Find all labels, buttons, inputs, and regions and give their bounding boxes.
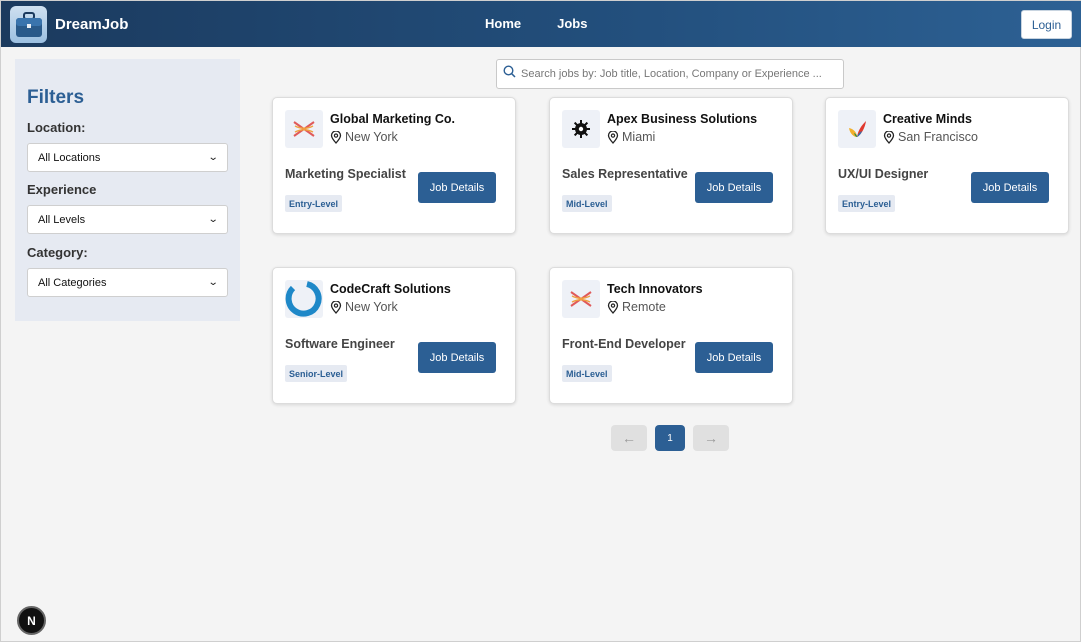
prev-page-button[interactable]: ←	[611, 425, 647, 451]
dev-tools-badge[interactable]: N	[17, 606, 46, 635]
search-placeholder: Search jobs by: Job title, Location, Com…	[521, 68, 822, 80]
experience-badge: Mid-Level	[562, 365, 612, 382]
brand[interactable]: DreamJob	[10, 6, 128, 43]
experience-badge: Entry-Level	[838, 195, 896, 212]
gear-logo-icon	[562, 110, 600, 148]
category-label: Category:	[27, 245, 88, 260]
briefcase-icon	[10, 6, 47, 43]
category-select[interactable]: All Categories ⌄	[27, 268, 228, 297]
brand-name: DreamJob	[55, 16, 129, 33]
location-pin-icon	[330, 300, 342, 314]
job-location: Miami	[607, 130, 655, 144]
job-location: New York	[330, 130, 398, 144]
experience-badge: Senior-Level	[285, 365, 348, 382]
job-details-button[interactable]: Job Details	[695, 342, 773, 373]
job-title: Front-End Developer	[562, 337, 686, 351]
company-name: Creative Minds	[883, 112, 972, 126]
location-pin-icon	[607, 300, 619, 314]
chevron-down-icon: ⌄	[207, 152, 219, 163]
company-name: Global Marketing Co.	[330, 112, 456, 126]
job-card: CodeCraft Solutions New York Software En…	[272, 267, 516, 404]
location-text: Miami	[622, 130, 656, 144]
company-name: CodeCraft Solutions	[330, 282, 451, 296]
experience-select[interactable]: All Levels ⌄	[27, 205, 228, 234]
chevron-down-icon: ⌄	[207, 214, 219, 225]
experience-badge: Mid-Level	[562, 195, 612, 212]
search-icon	[503, 65, 516, 83]
location-text: Remote	[622, 300, 666, 314]
location-text: San Francisco	[898, 130, 978, 144]
location-pin-icon	[330, 130, 342, 144]
location-select-value: All Locations	[38, 151, 101, 164]
job-card: Global Marketing Co. New York Marketing …	[272, 97, 516, 234]
page-1-button[interactable]: 1	[655, 425, 685, 451]
job-title: Sales Representative	[562, 167, 688, 181]
experience-label: Experience	[27, 182, 97, 197]
location-select[interactable]: All Locations ⌄	[27, 143, 228, 172]
checkmark-logo-icon	[838, 110, 876, 148]
x-logo-icon	[285, 110, 323, 148]
job-title: Marketing Specialist	[285, 167, 406, 181]
company-name: Apex Business Solutions	[607, 112, 758, 126]
main-nav: Home Jobs	[485, 16, 587, 31]
nav-jobs[interactable]: Jobs	[557, 16, 587, 31]
filters-title: Filters	[27, 87, 85, 108]
job-details-button[interactable]: Job Details	[695, 172, 773, 203]
experience-badge: Entry-Level	[285, 195, 343, 212]
job-location: Remote	[607, 300, 666, 314]
job-details-button[interactable]: Job Details	[971, 172, 1049, 203]
category-select-value: All Categories	[38, 276, 107, 289]
location-label: Location:	[27, 120, 86, 135]
experience-select-value: All Levels	[38, 213, 86, 226]
top-navbar: DreamJob Home Jobs Login	[1, 1, 1081, 47]
location-text: New York	[345, 130, 398, 144]
job-title: UX/UI Designer	[838, 167, 929, 181]
job-card: Tech Innovators Remote Front-End Develop…	[549, 267, 793, 404]
job-card: Creative Minds San Francisco UX/UI Desig…	[825, 97, 1069, 234]
location-pin-icon	[883, 130, 895, 144]
company-name: Tech Innovators	[607, 282, 703, 296]
job-location: San Francisco	[883, 130, 978, 144]
job-location: New York	[330, 300, 398, 314]
location-text: New York	[345, 300, 398, 314]
job-details-button[interactable]: Job Details	[418, 342, 496, 373]
job-card: Apex Business Solutions Miami Sales Repr…	[549, 97, 793, 234]
nav-home[interactable]: Home	[485, 16, 521, 31]
job-details-button[interactable]: Job Details	[418, 172, 496, 203]
search-input[interactable]: Search jobs by: Job title, Location, Com…	[496, 59, 844, 89]
chevron-down-icon: ⌄	[207, 277, 219, 288]
filters-sidebar: Filters Location: All Locations ⌄ Experi…	[15, 59, 240, 321]
job-title: Software Engineer	[285, 337, 395, 351]
next-page-button[interactable]: →	[693, 425, 729, 451]
x-logo-icon	[562, 280, 600, 318]
login-button[interactable]: Login	[1021, 10, 1072, 39]
ring-logo-icon	[285, 280, 323, 318]
location-pin-icon	[607, 130, 619, 144]
